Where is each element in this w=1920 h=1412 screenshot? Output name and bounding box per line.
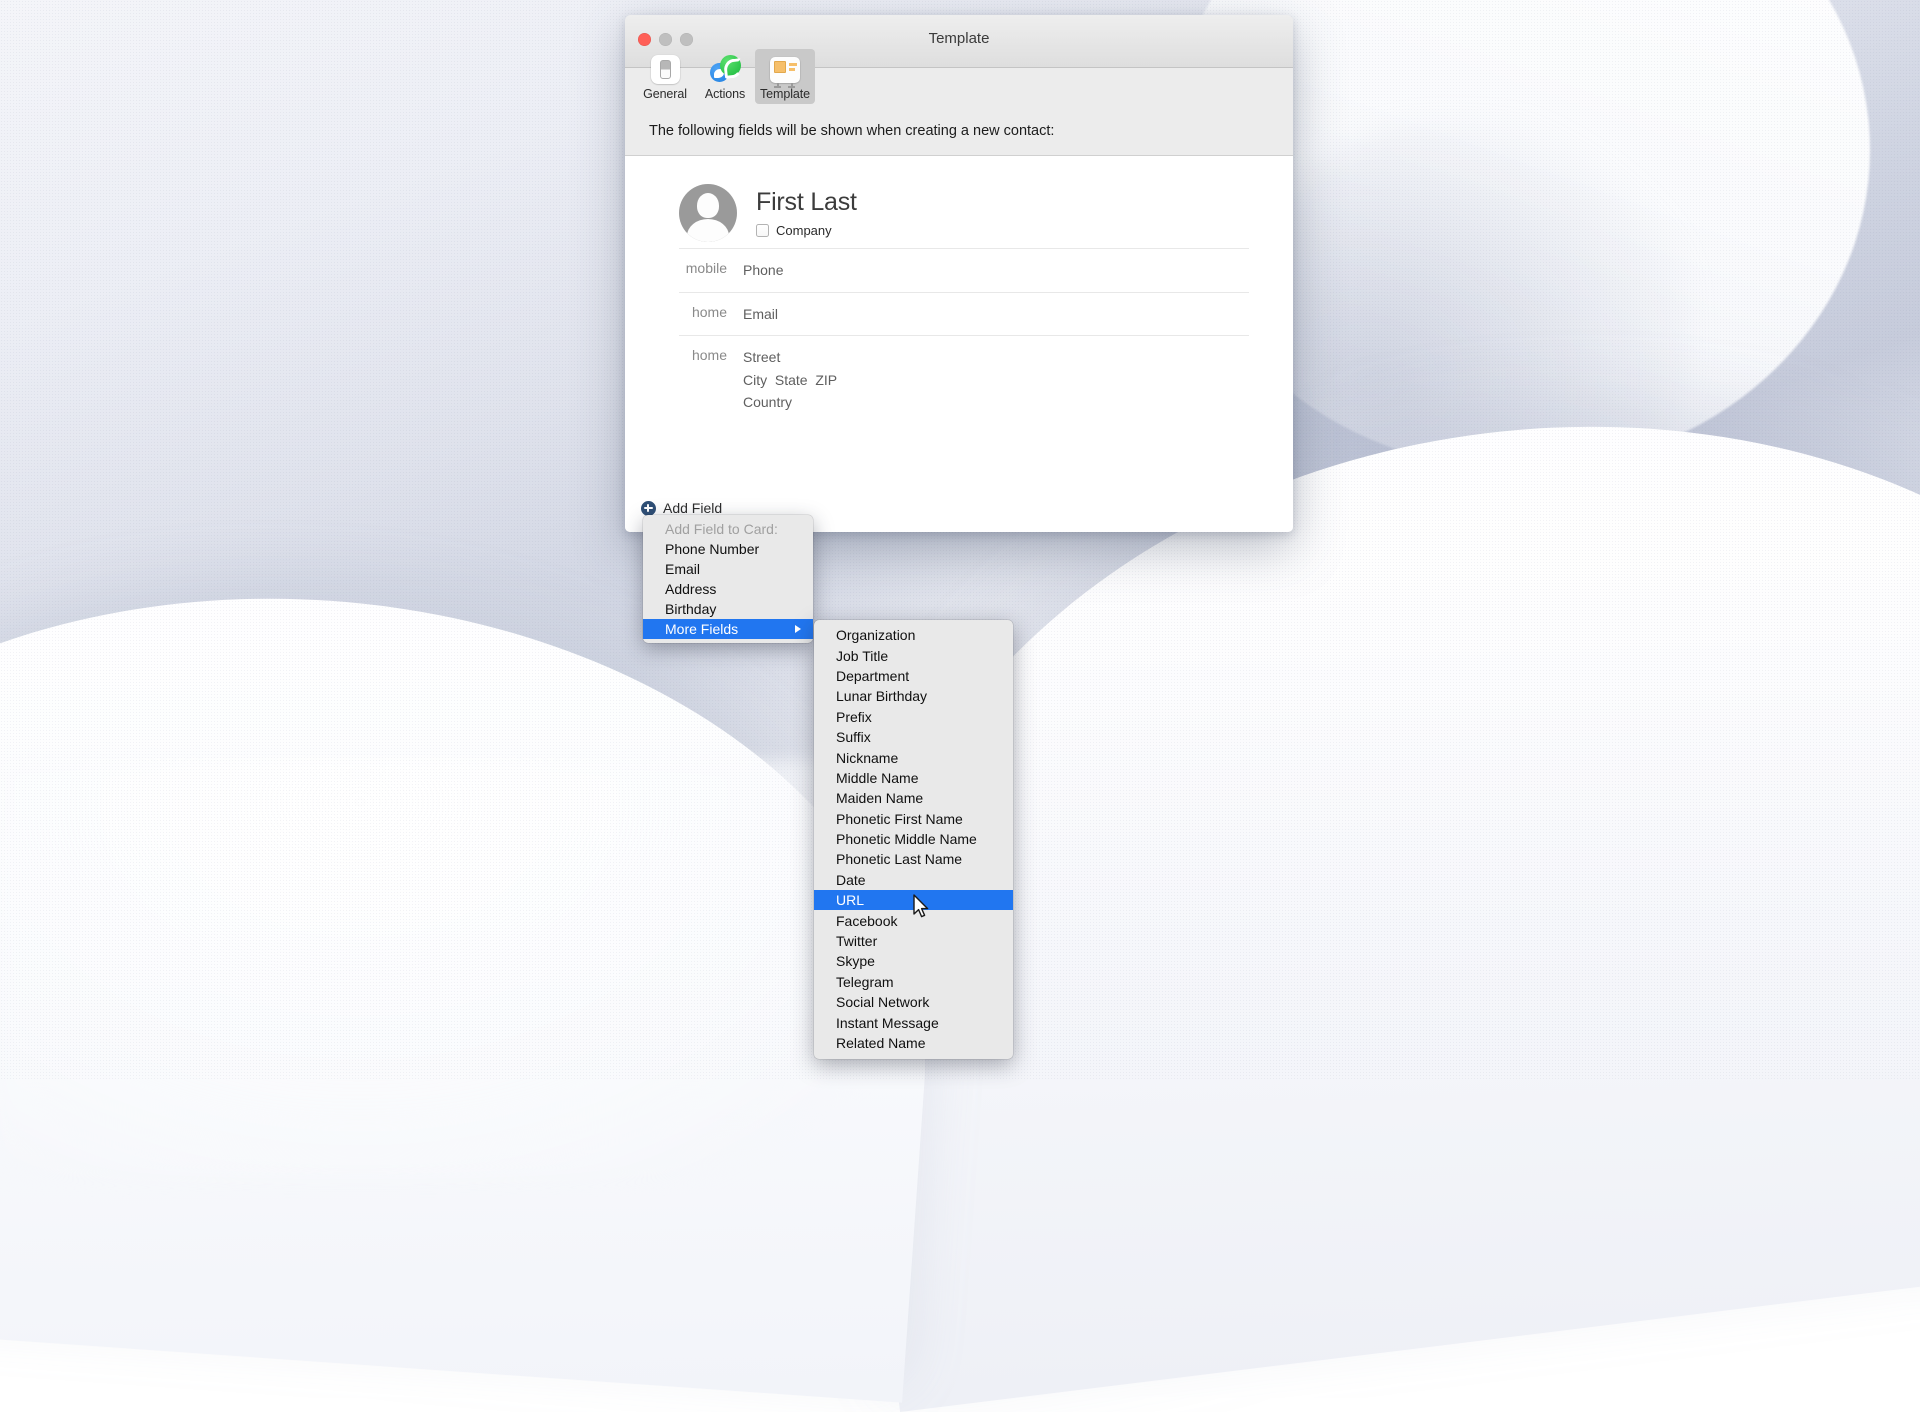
submenu-item-organization[interactable]: Organization: [814, 625, 1013, 645]
submenu-item-department[interactable]: Department: [814, 666, 1013, 686]
company-checkbox[interactable]: [756, 224, 769, 237]
preferences-window: Template General Actions Template: [625, 15, 1293, 532]
menu-item-birthday[interactable]: Birthday: [643, 599, 813, 619]
submenu-item-nickname[interactable]: Nickname: [814, 747, 1013, 767]
field-line: City State ZIP: [743, 369, 837, 392]
toggle-switch-icon: [637, 53, 693, 85]
field-row-home-email[interactable]: home Email: [625, 293, 1293, 336]
phone-call-icon: [697, 53, 753, 85]
company-checkbox-label: Company: [776, 223, 832, 238]
instruction-banner: The following fields will be shown when …: [625, 107, 1293, 156]
add-field-context-menu: Add Field to Card: Phone Number Email Ad…: [643, 515, 813, 643]
contact-template-card: First Last Company mobile Phone home Ema…: [625, 156, 1293, 532]
instruction-text: The following fields will be shown when …: [649, 123, 1054, 139]
add-field-button[interactable]: Add Field: [641, 500, 722, 516]
plus-circle-icon: [641, 501, 656, 516]
submenu-item-maiden-name[interactable]: Maiden Name: [814, 788, 1013, 808]
toolbar-tab-actions-label: Actions: [697, 87, 753, 101]
field-value[interactable]: Phone: [743, 259, 783, 282]
chevron-right-icon: [795, 625, 801, 633]
submenu-item-phonetic-middle-name[interactable]: Phonetic Middle Name: [814, 829, 1013, 849]
add-field-label: Add Field: [663, 500, 722, 516]
submenu-item-phonetic-first-name[interactable]: Phonetic First Name: [814, 809, 1013, 829]
submenu-item-middle-name[interactable]: Middle Name: [814, 768, 1013, 788]
menu-item-email[interactable]: Email: [643, 559, 813, 579]
arrow-pointer-cursor: [912, 894, 932, 922]
field-line: Phone: [743, 259, 783, 282]
more-fields-submenu: Organization Job Title Department Lunar …: [814, 620, 1013, 1059]
submenu-item-twitter[interactable]: Twitter: [814, 931, 1013, 951]
preferences-toolbar: General Actions Template: [635, 49, 815, 104]
submenu-item-related-name[interactable]: Related Name: [814, 1033, 1013, 1053]
menu-item-more-fields-label: More Fields: [665, 621, 738, 637]
field-label[interactable]: home: [625, 303, 743, 326]
menu-item-address[interactable]: Address: [643, 579, 813, 599]
submenu-item-telegram[interactable]: Telegram: [814, 972, 1013, 992]
field-value[interactable]: Email: [743, 303, 778, 326]
submenu-item-phonetic-last-name[interactable]: Phonetic Last Name: [814, 849, 1013, 869]
person-placeholder-icon[interactable]: [679, 184, 737, 242]
field-label[interactable]: home: [625, 346, 743, 414]
window-title: Template: [625, 30, 1293, 47]
submenu-item-date[interactable]: Date: [814, 870, 1013, 890]
context-menu-header: Add Field to Card:: [643, 519, 813, 539]
submenu-item-job-title[interactable]: Job Title: [814, 645, 1013, 665]
contact-name[interactable]: First Last: [756, 188, 857, 217]
field-row-home-address[interactable]: home Street City State ZIP Country: [625, 336, 1293, 424]
menu-item-more-fields[interactable]: More Fields: [643, 619, 813, 639]
submenu-item-social-network[interactable]: Social Network: [814, 992, 1013, 1012]
submenu-item-skype[interactable]: Skype: [814, 951, 1013, 971]
submenu-item-prefix[interactable]: Prefix: [814, 707, 1013, 727]
submenu-item-instant-message[interactable]: Instant Message: [814, 1012, 1013, 1032]
submenu-item-suffix[interactable]: Suffix: [814, 727, 1013, 747]
toolbar-tab-actions[interactable]: Actions: [695, 49, 755, 104]
template-card-icon: [757, 53, 813, 85]
field-line: Street: [743, 346, 837, 369]
card-header: First Last Company: [625, 156, 1293, 248]
field-row-mobile-phone[interactable]: mobile Phone: [625, 249, 1293, 292]
name-block: First Last Company: [756, 188, 857, 238]
field-line: Country: [743, 391, 837, 414]
company-row[interactable]: Company: [756, 223, 857, 238]
field-line: Email: [743, 303, 778, 326]
toolbar-tab-template-label: Template: [757, 87, 813, 101]
toolbar-tab-template[interactable]: Template: [755, 49, 815, 104]
menu-item-phone-number[interactable]: Phone Number: [643, 539, 813, 559]
field-label[interactable]: mobile: [625, 259, 743, 282]
field-value[interactable]: Street City State ZIP Country: [743, 346, 837, 414]
toolbar-tab-general[interactable]: General: [635, 49, 695, 104]
toolbar-tab-general-label: General: [637, 87, 693, 101]
submenu-item-lunar-birthday[interactable]: Lunar Birthday: [814, 686, 1013, 706]
